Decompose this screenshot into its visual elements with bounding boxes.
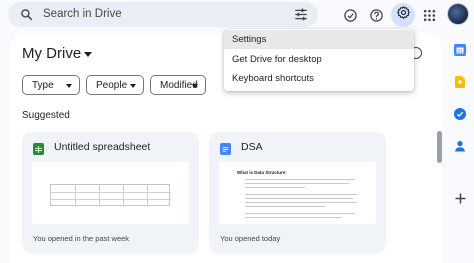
sheets-icon xyxy=(33,143,44,155)
search-input[interactable]: Search in Drive xyxy=(43,8,122,20)
side-panel-rail: 31 xyxy=(446,36,474,263)
page-title[interactable]: My Drive xyxy=(22,45,81,62)
chevron-down-icon xyxy=(130,84,136,88)
scrollbar[interactable] xyxy=(437,131,442,163)
file-preview xyxy=(32,162,189,224)
filter-people-label: People xyxy=(96,79,128,91)
suggested-file-card[interactable]: DSA What is Data Structure: You opened t… xyxy=(209,132,386,254)
settings-menu: Settings Get Drive for desktop Keyboard … xyxy=(224,29,414,91)
card-title: Untitled spreadsheet xyxy=(54,141,151,153)
avatar[interactable] xyxy=(447,3,469,25)
file-preview: What is Data Structure: xyxy=(219,162,376,224)
spreadsheet-preview-grid xyxy=(50,184,171,207)
calendar-icon[interactable]: 31 xyxy=(454,44,466,56)
contacts-icon[interactable] xyxy=(454,140,466,152)
apps-icon[interactable] xyxy=(419,5,439,25)
section-label-suggested: Suggested xyxy=(22,110,70,121)
chevron-down-icon xyxy=(66,84,72,88)
ready-offline-icon[interactable] xyxy=(340,5,360,25)
filter-type-label: Type xyxy=(32,79,54,91)
tasks-icon[interactable] xyxy=(454,108,466,120)
docs-icon xyxy=(220,143,231,155)
filter-people[interactable]: People xyxy=(86,75,144,95)
search-box[interactable]: Search in Drive xyxy=(8,2,318,27)
svg-text:31: 31 xyxy=(457,49,463,55)
filter-type[interactable]: Type xyxy=(22,75,80,95)
settings-button[interactable] xyxy=(391,3,415,27)
menu-item-keyboard-shortcuts[interactable]: Keyboard shortcuts xyxy=(224,69,414,88)
chevron-down-icon xyxy=(192,84,198,88)
top-bar: Search in Drive xyxy=(0,0,474,30)
settings-icon xyxy=(396,5,411,25)
preview-heading: What is Data Structure: xyxy=(237,170,287,175)
filter-modified[interactable]: Modified xyxy=(150,75,206,95)
card-meta: You opened in the past week xyxy=(33,234,130,243)
search-icon[interactable] xyxy=(20,8,33,26)
keep-icon[interactable] xyxy=(454,76,466,88)
suggested-file-card[interactable]: Untitled spreadsheet You opened in the p… xyxy=(22,132,199,254)
menu-item-settings[interactable]: Settings xyxy=(224,30,414,49)
help-icon[interactable] xyxy=(366,5,386,25)
chevron-down-icon[interactable] xyxy=(84,52,92,57)
menu-item-get-drive-desktop[interactable]: Get Drive for desktop xyxy=(224,50,414,69)
add-icon[interactable] xyxy=(454,192,466,204)
tune-icon[interactable] xyxy=(294,8,308,26)
card-meta: You opened today xyxy=(220,234,281,243)
card-title: DSA xyxy=(241,141,263,153)
